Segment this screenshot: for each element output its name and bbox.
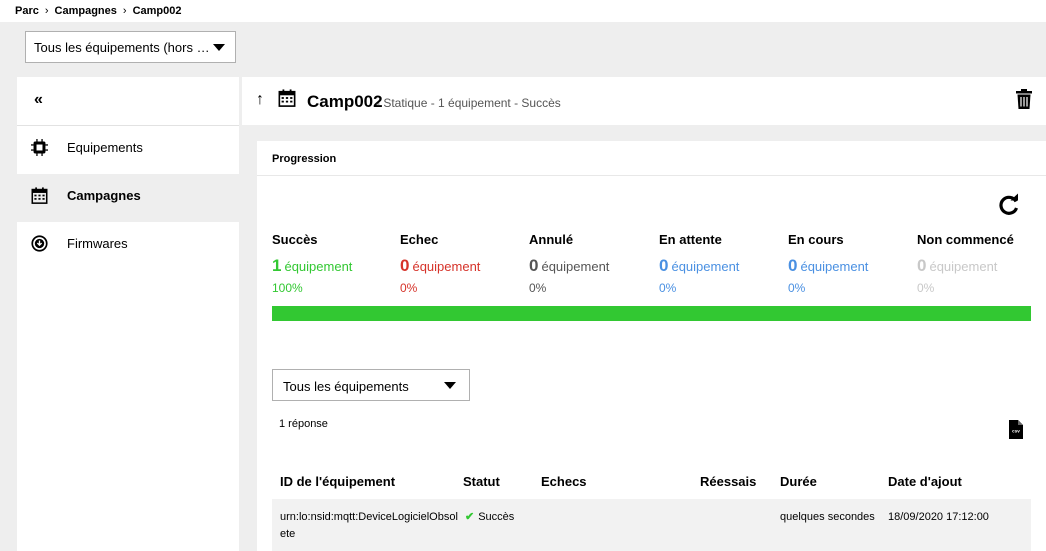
check-icon: ✔ <box>465 511 475 523</box>
caret-down-icon <box>444 382 456 389</box>
stat-count: 0 <box>529 256 539 275</box>
sidebar-item-label: Campagnes <box>67 188 141 203</box>
cell-duration: quelques secondes <box>780 511 875 523</box>
cell-date-added: 18/09/2020 17:12:00 <box>888 511 989 523</box>
stat-annule: Annulé 0 équipement 0% <box>529 232 654 295</box>
csv-export-icon[interactable]: csv <box>1009 420 1023 439</box>
stat-unit: équipement <box>284 259 353 274</box>
calendar-icon <box>31 187 48 204</box>
stat-succes: Succès 1 équipement 100% <box>272 232 397 295</box>
column-header-duree[interactable]: Durée <box>780 474 817 489</box>
stat-label: En attente <box>659 232 722 247</box>
trash-icon[interactable] <box>1016 89 1032 109</box>
breadcrumb-separator: › <box>44 5 49 17</box>
status-label: Succès <box>478 511 515 523</box>
stat-count: 0 <box>788 256 798 275</box>
column-header-statut[interactable]: Statut <box>463 474 500 489</box>
stat-count: 1 <box>272 256 282 275</box>
stat-en-attente: En attente 0 équipement 0% <box>659 232 784 295</box>
sidebar-item-label: Firmwares <box>67 236 128 251</box>
page-title: Camp002 <box>307 92 383 111</box>
stat-en-cours: En cours 0 équipement 0% <box>788 232 913 295</box>
column-header-reessais[interactable]: Réessais <box>700 474 756 489</box>
calendar-icon <box>278 89 296 107</box>
breadcrumb: Parc › Campagnes › Camp002 <box>0 0 1046 22</box>
stat-count: 0 <box>400 256 410 275</box>
breadcrumb-item-parc[interactable]: Parc <box>15 5 39 17</box>
svg-text:csv: csv <box>1012 429 1020 434</box>
campaign-content: Progression Succès 1 équipement 100% Eche… <box>257 141 1046 551</box>
sidebar-item-equipements[interactable]: Equipements <box>17 126 239 174</box>
cell-equipment-id[interactable]: urn:lo:nsid:mqtt:DeviceLogicielObsolete <box>280 509 460 543</box>
equipment-filter-select[interactable]: Tous les équipements <box>272 369 470 401</box>
stat-percent: 0% <box>917 281 935 295</box>
stat-unit: équipement <box>671 259 740 274</box>
equipment-filter-value: Tous les équipements <box>283 379 409 394</box>
stat-percent: 0% <box>659 281 677 295</box>
caret-down-icon <box>213 44 225 51</box>
refresh-icon[interactable] <box>997 193 1021 217</box>
progression-title: Progression <box>272 153 337 165</box>
breadcrumb-item-campagnes[interactable]: Campagnes <box>55 5 117 17</box>
campaign-header: ↑ Camp002 - Statique - 1 équipement - Su… <box>242 77 1046 125</box>
back-up-icon[interactable]: ↑ <box>256 91 264 109</box>
stat-label: Echec <box>400 232 439 247</box>
equipment-scope-select[interactable]: Tous les équipements (hors … <box>25 31 236 63</box>
cell-status: ✔ Succès <box>465 509 514 526</box>
stat-percent: 100% <box>272 281 303 295</box>
equipment-scope-value: Tous les équipements (hors … <box>34 40 210 55</box>
page-subtitle: - Statique - 1 équipement - Succès <box>376 96 561 110</box>
divider <box>257 175 1046 176</box>
sidebar-item-campagnes[interactable]: Campagnes <box>17 174 239 222</box>
breadcrumb-item-current: Camp002 <box>132 5 182 17</box>
progress-bar <box>272 306 1031 321</box>
breadcrumb-separator: › <box>122 5 127 17</box>
column-header-date-ajout[interactable]: Date d'ajout <box>888 474 962 489</box>
stat-unit: équipement <box>800 259 869 274</box>
stat-echec: Echec 0 équipement 0% <box>400 232 525 295</box>
progress-bar-fill <box>272 306 1031 321</box>
sidebar-collapse-button[interactable]: « <box>17 77 239 126</box>
sidebar: « Equipements Campagnes Firmwares <box>17 77 239 551</box>
result-count: 1 réponse <box>279 418 328 430</box>
column-header-echecs[interactable]: Echecs <box>541 474 587 489</box>
download-circle-icon <box>31 235 48 252</box>
stat-label: En cours <box>788 232 844 247</box>
chip-icon <box>31 139 48 156</box>
stat-count: 0 <box>659 256 669 275</box>
sidebar-item-firmwares[interactable]: Firmwares <box>17 222 239 270</box>
stat-unit: équipement <box>412 259 481 274</box>
stat-percent: 0% <box>529 281 547 295</box>
stat-label: Annulé <box>529 232 574 247</box>
stat-unit: équipement <box>541 259 610 274</box>
stat-label: Succès <box>272 232 318 247</box>
stat-count: 0 <box>917 256 927 275</box>
stat-label: Non commencé <box>917 232 1014 247</box>
stat-non-commence: Non commencé 0 équipement 0% <box>917 232 1042 295</box>
sidebar-item-label: Equipements <box>67 140 143 155</box>
stat-percent: 0% <box>400 281 418 295</box>
column-header-id[interactable]: ID de l'équipement <box>280 474 395 489</box>
stat-percent: 0% <box>788 281 806 295</box>
stat-unit: équipement <box>929 259 998 274</box>
table-row[interactable]: urn:lo:nsid:mqtt:DeviceLogicielObsolete … <box>272 499 1031 551</box>
